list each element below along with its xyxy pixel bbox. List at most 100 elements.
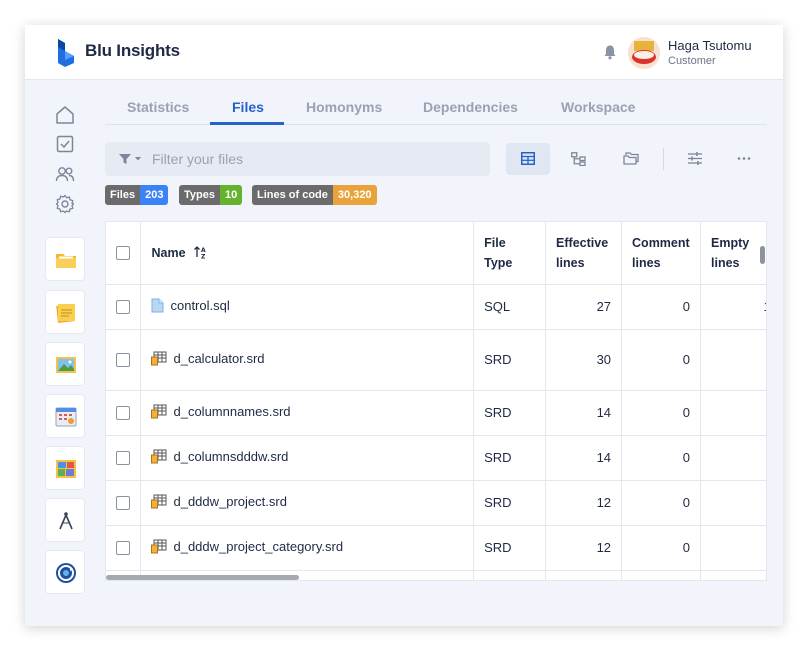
app-window: Blu Insights Haga Tsutomu Customer Stati… xyxy=(25,25,783,626)
tab-homonyms[interactable]: Homonyms xyxy=(306,99,382,115)
empty-lines-cell: 1 xyxy=(700,329,766,391)
avatar[interactable] xyxy=(628,37,660,69)
column-header-comment-lines[interactable]: Comment lines xyxy=(621,222,702,285)
table-row[interactable]: d_dddw_project_category.srd SRD 12 0 1 xyxy=(106,525,766,571)
app-tile-sync[interactable] xyxy=(45,550,85,594)
comment-lines-cell: 0 xyxy=(621,284,702,330)
table-row[interactable]: control.sql SQL 27 0 11 xyxy=(106,284,766,330)
select-all-cell xyxy=(106,222,142,285)
file-name[interactable]: d_columnsdddw.srd xyxy=(173,449,288,464)
table-view-button[interactable] xyxy=(506,143,550,175)
effective-lines-cell: 14 xyxy=(545,435,623,481)
select-all-checkbox[interactable] xyxy=(116,246,130,261)
types-count-badge: Types 10 xyxy=(179,185,243,205)
filter-files-input[interactable] xyxy=(152,149,472,169)
badge-label: Lines of code xyxy=(252,185,333,205)
table-row[interactable]: d_columnsdddw.srd SRD 14 0 1 xyxy=(106,435,766,481)
empty-lines-cell: 11 xyxy=(700,284,766,330)
file-name[interactable]: d_calculator.srd xyxy=(173,351,264,366)
srd-file-icon xyxy=(151,404,167,418)
badge-value: 10 xyxy=(219,185,243,205)
tab-workspace[interactable]: Workspace xyxy=(561,99,635,115)
app-tile-compass[interactable] xyxy=(45,498,85,542)
table-grid-icon xyxy=(521,152,535,165)
effective-lines-cell: 30 xyxy=(545,329,623,391)
comment-lines-cell: 0 xyxy=(621,480,702,526)
files-table-container[interactable]: Name A Z File Type Effective lines Comment… xyxy=(105,221,767,581)
tab-files[interactable]: Files xyxy=(232,99,264,115)
row-checkbox[interactable] xyxy=(116,541,130,556)
row-checkbox[interactable] xyxy=(116,451,130,466)
column-header-name[interactable]: Name A Z xyxy=(140,222,475,285)
svg-text:Z: Z xyxy=(201,253,206,259)
dashboard-icon xyxy=(56,460,76,478)
notification-bell-icon[interactable] xyxy=(602,44,618,60)
app-tile-folder[interactable] xyxy=(45,237,85,281)
sync-circle-icon xyxy=(56,563,76,583)
column-settings-button[interactable] xyxy=(673,143,717,175)
row-checkbox[interactable] xyxy=(116,406,130,421)
more-options-button[interactable] xyxy=(722,143,766,175)
empty-lines-cell: 1 xyxy=(700,480,766,526)
comment-lines-cell: 0 xyxy=(621,525,702,571)
app-tile-image[interactable] xyxy=(45,342,85,386)
active-tab-indicator xyxy=(210,122,284,125)
user-name[interactable]: Haga Tsutomu xyxy=(668,38,752,53)
row-checkbox[interactable] xyxy=(116,300,130,315)
table-row[interactable]: d_columnnames.srd SRD 14 0 1 xyxy=(106,390,766,436)
srd-file-icon xyxy=(151,449,167,463)
tab-dependencies[interactable]: Dependencies xyxy=(423,99,518,115)
sort-ascending-icon[interactable]: A Z xyxy=(193,245,207,260)
column-header-effective-lines[interactable]: Effective lines xyxy=(545,222,623,285)
tab-bar: Statistics Files Homonyms Dependencies W… xyxy=(105,80,767,125)
ellipsis-more-icon xyxy=(737,157,751,160)
horizontal-scrollbar[interactable] xyxy=(106,575,299,580)
sql-file-icon xyxy=(151,298,164,312)
filter-bar[interactable] xyxy=(105,142,490,176)
table-header-row: Name A Z File Type Effective lines Comment… xyxy=(106,222,766,285)
users-icon[interactable] xyxy=(54,163,76,185)
tree-view-button[interactable] xyxy=(556,143,600,175)
folder-view-button[interactable] xyxy=(608,143,652,175)
home-icon[interactable] xyxy=(54,104,76,126)
row-checkbox[interactable] xyxy=(116,353,130,368)
row-checkbox[interactable] xyxy=(116,496,130,511)
calendar-icon xyxy=(55,407,77,427)
file-name[interactable]: d_dddw_project_category.srd xyxy=(173,539,343,554)
badge-label: Types xyxy=(179,185,220,205)
app-tile-calendar[interactable] xyxy=(45,394,85,438)
app-tile-notes[interactable] xyxy=(45,290,85,334)
column-header-file-type[interactable]: File Type xyxy=(473,222,547,285)
file-type-cell: SRD xyxy=(473,525,547,571)
settings-gear-icon[interactable] xyxy=(54,193,76,215)
vertical-scrollbar[interactable] xyxy=(760,246,765,264)
blu-insights-logo-icon[interactable] xyxy=(55,38,77,68)
drafting-compass-icon xyxy=(59,512,73,530)
table-row[interactable]: d_dddw_project.srd SRD 12 0 1 xyxy=(106,480,766,526)
folder-icon xyxy=(56,254,76,268)
top-bar: Blu Insights Haga Tsutomu Customer xyxy=(25,25,783,80)
folders-icon xyxy=(623,152,639,165)
file-name[interactable]: d_dddw_project.srd xyxy=(173,494,286,509)
srd-file-icon xyxy=(151,351,167,365)
tasks-checkbox-icon[interactable] xyxy=(54,133,76,155)
file-name[interactable]: d_columnnames.srd xyxy=(173,404,290,419)
srd-file-icon xyxy=(151,494,167,508)
file-name[interactable]: control.sql xyxy=(170,298,229,313)
brand-name[interactable]: Blu Insights xyxy=(85,41,180,61)
effective-lines-cell: 27 xyxy=(545,284,623,330)
file-type-cell: SRD xyxy=(473,329,547,391)
file-type-cell: SQL xyxy=(473,284,547,330)
app-tile-dashboard[interactable] xyxy=(45,446,85,490)
comment-lines-cell: 0 xyxy=(621,390,702,436)
table-row[interactable]: d_calculator.srd SRD 30 0 1 xyxy=(106,329,766,391)
filter-funnel-icon[interactable] xyxy=(119,154,143,164)
lines-of-code-badge: Lines of code 30,320 xyxy=(252,185,377,205)
sticky-notes-icon xyxy=(56,304,75,323)
empty-lines-cell: 1 xyxy=(700,390,766,436)
srd-file-icon xyxy=(151,539,167,553)
column-header-empty-lines[interactable]: Empty lines xyxy=(700,222,766,285)
badge-value: 30,320 xyxy=(332,185,377,205)
tab-statistics[interactable]: Statistics xyxy=(127,99,189,115)
badge-label: Files xyxy=(105,185,141,205)
